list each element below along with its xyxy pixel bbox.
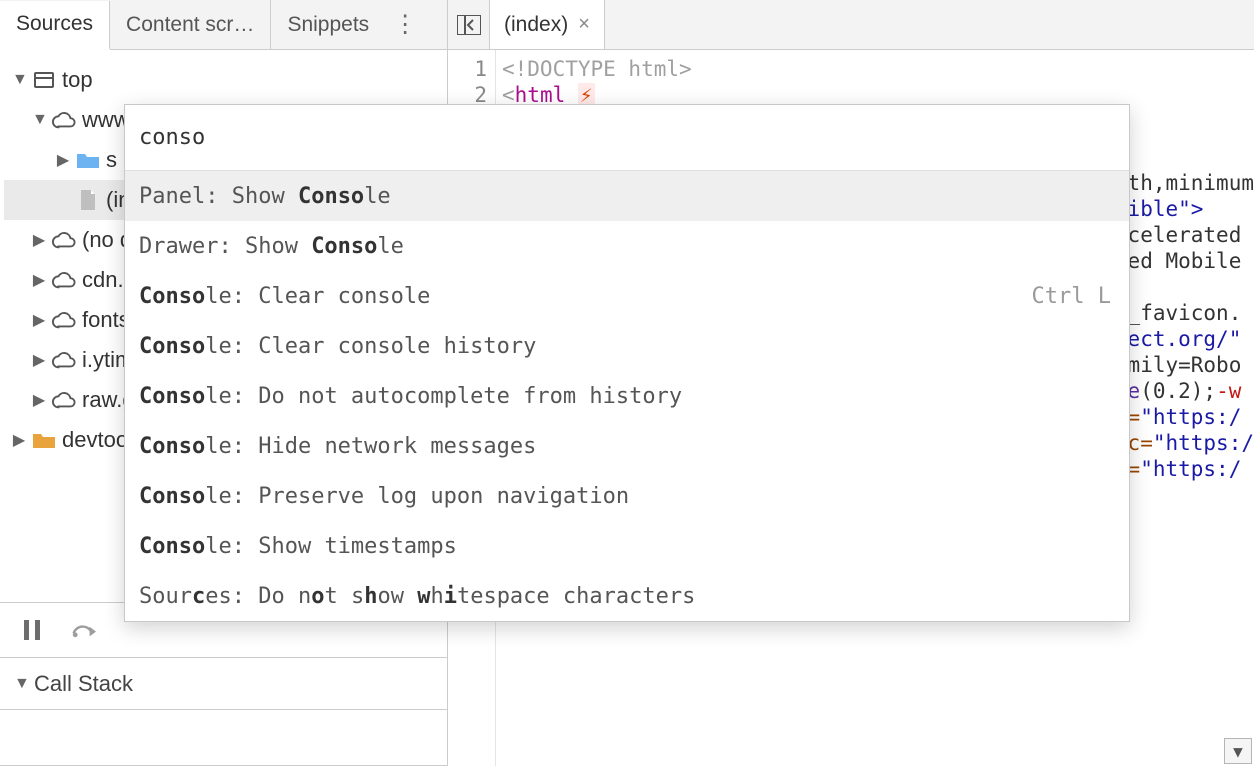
editor-tab-index[interactable]: (index) ×: [490, 0, 605, 49]
command-menu-list: Panel: Show ConsoleDrawer: Show ConsoleC…: [125, 171, 1129, 621]
command-menu-item[interactable]: Console: Clear console history: [125, 321, 1129, 371]
call-stack-section[interactable]: ▼ Call Stack: [0, 658, 447, 710]
command-menu-item[interactable]: Console: Preserve log upon navigation: [125, 471, 1129, 521]
cloud-icon: [52, 348, 76, 372]
cloud-icon: [52, 268, 76, 292]
pause-icon[interactable]: [20, 618, 44, 642]
folder-icon: [76, 148, 100, 172]
editor-tabbar: (index) ×: [448, 0, 1254, 50]
command-menu-item[interactable]: Sources: Do not show whitespace characte…: [125, 571, 1129, 621]
tree-item-label: s: [106, 147, 117, 173]
command-menu-item[interactable]: Console: Hide network messages: [125, 421, 1129, 471]
command-menu-item[interactable]: Console: Show timestamps: [125, 521, 1129, 571]
file-icon: [76, 188, 100, 212]
editor-tab-label: (index): [504, 13, 568, 37]
chevron-right-icon: ▶: [32, 390, 46, 410]
cloud-icon: [52, 388, 76, 412]
chevron-down-icon: ▼: [32, 111, 46, 129]
cloud-icon: [52, 228, 76, 252]
frame-icon: [32, 68, 56, 92]
call-stack-label: Call Stack: [34, 671, 133, 697]
toggle-navigator-icon[interactable]: [448, 0, 490, 49]
more-tabs-icon[interactable]: ⋮: [385, 10, 425, 39]
partial-code-overflow: dth,minimumtible">cceleratedted Mobile>p…: [1115, 170, 1254, 482]
tab-sources[interactable]: Sources: [0, 1, 110, 50]
command-menu-item[interactable]: Drawer: Show Console: [125, 221, 1129, 271]
chevron-down-icon: ▼: [12, 71, 26, 89]
sources-tabbar: Sources Content scr… Snippets ⋮: [0, 0, 447, 50]
command-menu-input[interactable]: [139, 125, 1107, 150]
tab-content-scripts[interactable]: Content scr…: [110, 0, 271, 49]
cloud-icon: [52, 108, 76, 132]
tab-snippets[interactable]: Snippets: [271, 0, 385, 49]
chevron-right-icon: ▶: [32, 270, 46, 290]
command-menu-item[interactable]: Panel: Show Console: [125, 171, 1129, 221]
chevron-right-icon: ▶: [12, 430, 26, 450]
empty-section: [0, 710, 447, 766]
scroll-down-icon[interactable]: ▼: [1224, 738, 1252, 764]
chevron-right-icon: ▶: [32, 230, 46, 250]
chevron-right-icon: ▶: [32, 350, 46, 370]
command-menu-item[interactable]: Console: Do not autocomplete from histor…: [125, 371, 1129, 421]
command-menu: Panel: Show ConsoleDrawer: Show ConsoleC…: [124, 104, 1130, 622]
tree-item[interactable]: ▼ top: [4, 60, 443, 100]
chevron-down-icon: ▼: [14, 675, 28, 693]
tree-item-label: top: [62, 67, 93, 93]
chevron-right-icon: ▶: [32, 310, 46, 330]
close-icon[interactable]: ×: [578, 13, 590, 36]
chevron-right-icon: ▶: [56, 150, 70, 170]
step-over-icon[interactable]: [72, 618, 96, 642]
keyboard-shortcut: Ctrl L: [1032, 284, 1111, 309]
command-menu-item[interactable]: Console: Clear consoleCtrl L: [125, 271, 1129, 321]
cloud-icon: [52, 308, 76, 332]
folder-icon: [32, 428, 56, 452]
